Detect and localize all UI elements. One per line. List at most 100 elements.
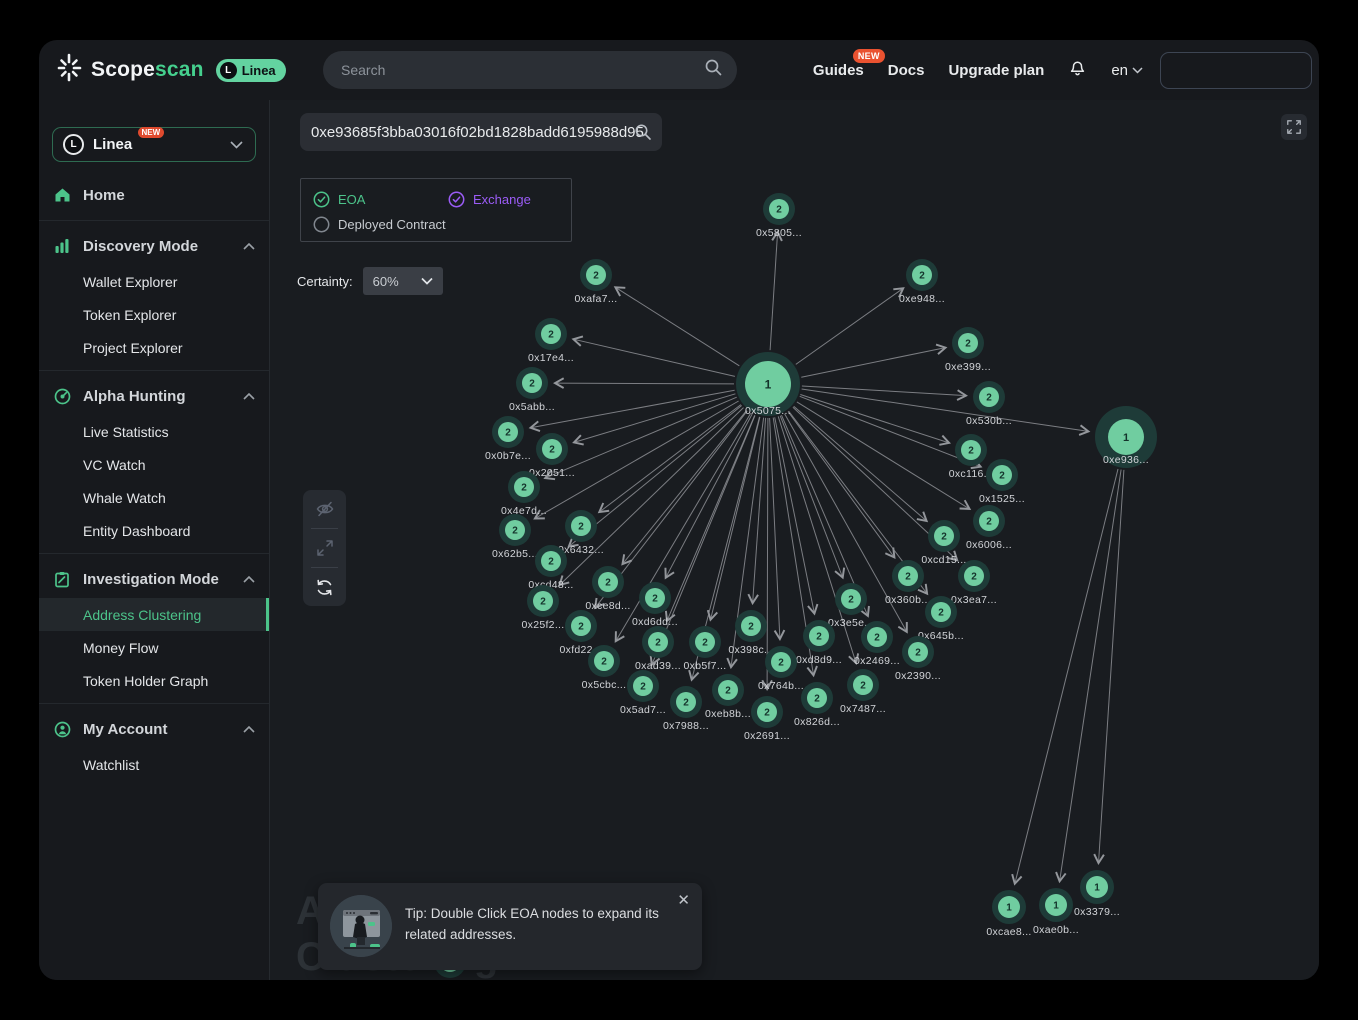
bar-chart-icon (53, 237, 71, 255)
graph-node-n24[interactable]: 20xd6dd... (632, 582, 678, 628)
graph-node-n3[interactable]: 20xe948... (899, 259, 945, 305)
sidebar-item-wallet-explorer[interactable]: Wallet Explorer (39, 265, 269, 298)
graph-node-n34[interactable]: 20x5ad7... (620, 670, 666, 716)
graph-node-n2[interactable]: 20xafa7... (575, 259, 618, 305)
chevron-down-icon (230, 141, 243, 149)
graph-node-n40[interactable]: 10xe936... (1095, 406, 1157, 468)
sidebar-item-vc-watch[interactable]: VC Watch (39, 448, 269, 481)
svg-text:2: 2 (505, 428, 511, 439)
graph-node-n26[interactable]: 20xad39... (635, 626, 681, 672)
graph-node-n20[interactable]: 20xce8d... (585, 566, 630, 612)
svg-text:1: 1 (1006, 903, 1012, 914)
sidebar-item-watchlist[interactable]: Watchlist (39, 748, 269, 781)
graph-node-n14[interactable]: 20x62b5... (492, 514, 538, 560)
sidebar-item-entity-dashboard[interactable]: Entity Dashboard (39, 514, 269, 547)
close-icon[interactable]: ✕ (677, 893, 690, 908)
sidebar-item-token-explorer[interactable]: Token Explorer (39, 298, 269, 331)
sidebar-item-project-explorer[interactable]: Project Explorer (39, 331, 269, 364)
search-icon[interactable] (704, 58, 723, 82)
sidebar-item-money-flow[interactable]: Money Flow (39, 631, 269, 664)
address-input[interactable] (300, 124, 662, 141)
graph-node-n32[interactable]: 20x2390... (895, 636, 941, 682)
graph-node-n7[interactable]: 20x530b... (966, 381, 1012, 427)
node-label: 0x5cbc... (582, 679, 627, 691)
network-new-badge: NEW (138, 127, 165, 138)
linea-logo-icon: L (220, 62, 237, 79)
node-label: 0x5abb... (509, 401, 555, 413)
graph-node-n22[interactable]: 20x3e5e... (828, 583, 874, 629)
legend-exchange[interactable]: Exchange (448, 191, 531, 208)
graph-node-n35[interactable]: 20xeb8b... (705, 674, 751, 720)
graph-edge (796, 288, 903, 364)
nav-guides[interactable]: Guides NEW (813, 62, 864, 79)
svg-text:2: 2 (540, 597, 546, 608)
graph-node-n0[interactable]: 10x5075... (736, 352, 800, 417)
sidebar-item-whale-watch[interactable]: Whale Watch (39, 481, 269, 514)
global-search (323, 51, 737, 89)
sidebar-item-token-holder-graph[interactable]: Token Holder Graph (39, 664, 269, 697)
graph-edge (535, 401, 739, 519)
language-selector[interactable]: en (1111, 62, 1143, 79)
brand-name: Scopescan (91, 58, 204, 82)
graph-node-n13[interactable]: 20x6006... (966, 505, 1012, 551)
hide-labels-button[interactable] (303, 490, 346, 528)
nav-upgrade-plan[interactable]: Upgrade plan (948, 62, 1044, 79)
graph-node-n4[interactable]: 20x17e4... (528, 318, 574, 364)
fullscreen-button[interactable] (1281, 114, 1307, 140)
node-label: 0xe936... (1103, 454, 1149, 466)
guides-new-badge: NEW (853, 49, 885, 63)
svg-text:1: 1 (1053, 901, 1059, 912)
graph-node-n31[interactable]: 20xb5f7... (684, 626, 727, 672)
node-label: 0xe948... (899, 293, 945, 305)
graph-edge (788, 412, 894, 558)
svg-text:2: 2 (748, 622, 754, 633)
logo[interactable]: Scopescan L Linea (39, 52, 286, 89)
sidebar-item-address-clustering[interactable]: Address Clustering (39, 598, 269, 631)
fullscreen-icon (1286, 119, 1302, 135)
wallet-connect-button[interactable] (1160, 52, 1312, 89)
graph-edge (531, 390, 735, 428)
top-header: Scopescan L Linea Guides NEW Docs Upgrad… (39, 40, 1319, 100)
refresh-button[interactable] (303, 568, 346, 606)
notification-bell-icon[interactable] (1068, 58, 1087, 83)
graph-node-n43[interactable]: 10xae0b... (1033, 888, 1079, 936)
graph-node-n42[interactable]: 1 0xcae8... (986, 890, 1031, 938)
svg-text:2: 2 (941, 532, 947, 543)
legend-deployed-contract[interactable]: Deployed Contract (313, 216, 446, 233)
address-search-icon[interactable] (634, 123, 652, 146)
graph-node-n15[interactable]: 20x6432... (558, 510, 604, 556)
legend-eoa[interactable]: EOA (313, 191, 448, 208)
fit-view-button[interactable] (303, 529, 346, 567)
graph-node-n9[interactable]: 20x2051... (529, 433, 575, 479)
node-label: 0xcae8... (986, 926, 1031, 938)
graph-edge (1060, 470, 1122, 882)
graph-node-n36[interactable]: 20x7487... (840, 669, 886, 715)
sidebar-section-my-account[interactable]: My Account (39, 710, 269, 748)
graph-node-n21[interactable]: 20x25f2... (522, 585, 565, 631)
svg-text:2: 2 (548, 557, 554, 568)
check-circle-icon (448, 191, 465, 208)
nav-docs[interactable]: Docs (888, 62, 925, 79)
sidebar-section-alpha-hunting[interactable]: Alpha Hunting (39, 377, 269, 415)
graph-node-n5[interactable]: 20xe399... (945, 327, 991, 373)
sidebar-section-discovery-mode[interactable]: Discovery Mode (39, 227, 269, 265)
network-selector[interactable]: L LineaNEW (52, 127, 256, 162)
svg-text:2: 2 (593, 271, 599, 282)
search-input[interactable] (323, 62, 704, 78)
sidebar-item-live-statistics[interactable]: Live Statistics (39, 415, 269, 448)
svg-text:2: 2 (986, 393, 992, 404)
graph-node-n6[interactable]: 20x5abb... (509, 367, 555, 413)
certainty-select[interactable]: 60% (363, 267, 443, 295)
certainty-control: Certainty: 60% (297, 267, 443, 295)
graph-node-n8[interactable]: 20x0b7e... (485, 416, 531, 462)
graph-node-n41[interactable]: 10x3379... (1074, 870, 1120, 918)
sidebar-section-investigation-mode[interactable]: Investigation Mode (39, 560, 269, 598)
graph-node-n11[interactable]: 20x1525... (979, 459, 1025, 505)
graph-edge (802, 386, 966, 396)
graph-node-n37[interactable]: 20x7988... (663, 686, 709, 732)
graph-node-n16[interactable]: 20xcd15... (921, 520, 966, 566)
graph-node-n18[interactable]: 20x360b... (885, 560, 931, 606)
graph-node-n19[interactable]: 20x3ea7... (951, 560, 997, 606)
sidebar-item-home[interactable]: Home (39, 176, 269, 214)
graph-node-n1[interactable]: 20x5805... (756, 193, 802, 239)
